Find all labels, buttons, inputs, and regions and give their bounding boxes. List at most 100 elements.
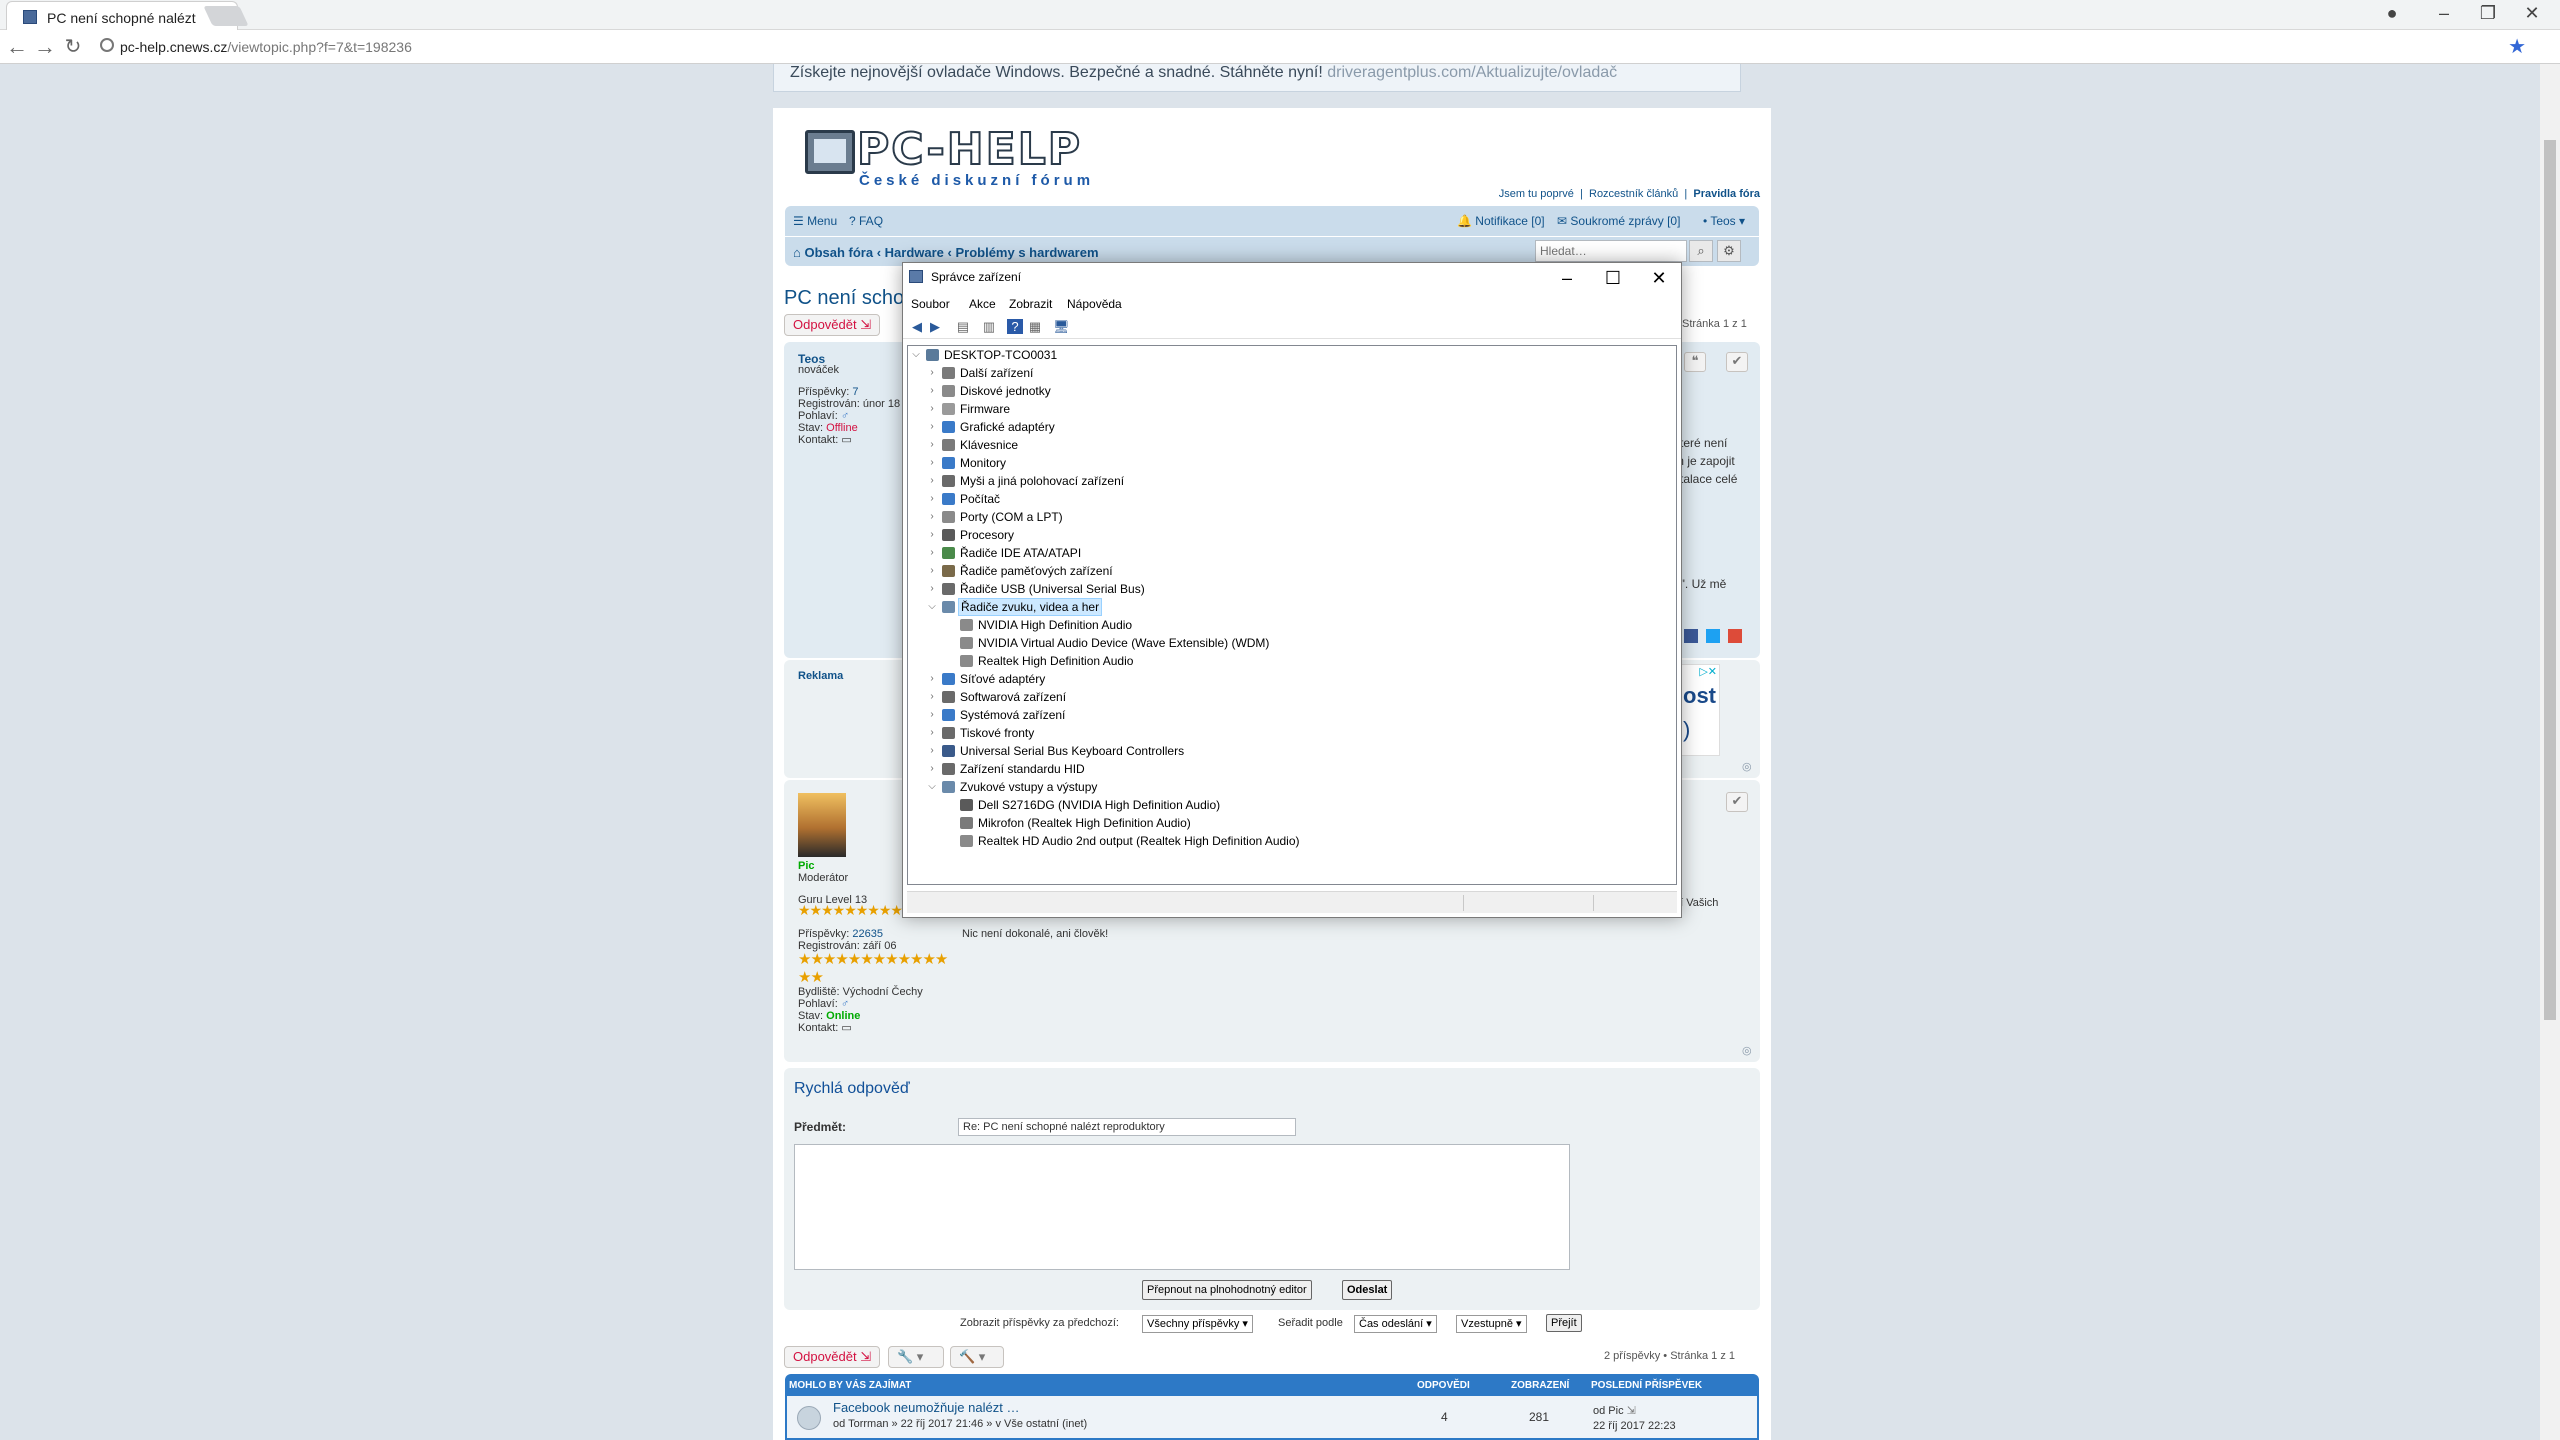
expand-arrow-icon[interactable]: › <box>926 742 938 760</box>
expand-arrow-icon[interactable]: › <box>926 724 938 742</box>
window-title-bar[interactable]: Správce zařízení – ☐ ✕ <box>903 263 1681 293</box>
ad-box[interactable]: ost ) ▷✕ <box>1680 664 1720 756</box>
expand-arrow-icon[interactable]: › <box>926 526 938 544</box>
show-select[interactable]: Všechny příspěvky ▾ <box>1142 1315 1253 1333</box>
link-rules[interactable]: Pravidla fóra <box>1693 188 1760 200</box>
expand-arrow-icon[interactable]: › <box>926 436 938 454</box>
menu-action[interactable]: Akce <box>969 297 996 311</box>
faq-link[interactable]: ? FAQ <box>849 214 883 228</box>
expand-arrow-icon[interactable]: › <box>926 418 938 436</box>
thanks-button[interactable]: ✔ <box>1726 352 1748 372</box>
expand-arrow-icon[interactable]: › <box>926 580 938 598</box>
post-author[interactable]: Pic <box>798 860 815 872</box>
full-editor-button[interactable]: Přepnout na plnohodnotný editor <box>1142 1280 1312 1300</box>
expand-arrow-icon[interactable]: › <box>926 382 938 400</box>
facebook-share-icon[interactable] <box>1684 629 1698 643</box>
ad-link[interactable]: driveragentplus.com/Aktualizujte/ovladač <box>1327 64 1617 81</box>
notifications-link[interactable]: 🔔 Notifikace [0] <box>1457 214 1545 228</box>
back-to-top-icon[interactable]: ◎ <box>1742 1044 1752 1057</box>
collapse-arrow-icon[interactable]: ⌵ <box>910 346 922 364</box>
topic-title-link[interactable]: Facebook neumožňuje nalézt … <box>833 1400 1019 1415</box>
expand-arrow-icon[interactable]: › <box>926 454 938 472</box>
expand-arrow-icon[interactable]: › <box>926 706 938 724</box>
breadcrumb-hardware[interactable]: Hardware <box>885 245 944 260</box>
expand-arrow-icon[interactable]: › <box>926 364 938 382</box>
table-row[interactable]: Facebook neumožňuje nalézt … od Torrman … <box>785 1396 1759 1440</box>
twitter-share-icon[interactable] <box>1706 629 1720 643</box>
back-to-top-icon[interactable]: ◎ <box>1742 760 1752 773</box>
tools-button[interactable]: 🔧 ▾ <box>888 1346 944 1368</box>
expand-arrow-icon[interactable]: › <box>926 400 938 418</box>
view-icon[interactable]: ▦ <box>1027 319 1043 334</box>
expand-arrow-icon[interactable]: › <box>926 760 938 778</box>
page-scrollbar[interactable] <box>2540 64 2560 1440</box>
address-bar[interactable]: pc-help.cnews.cz/viewtopic.php?f=7&t=198… <box>88 34 2528 60</box>
breadcrumb-home[interactable]: Obsah fóra <box>804 245 873 260</box>
goto-last-post-icon[interactable]: ⇲ <box>1627 1405 1636 1417</box>
breadcrumb-forum[interactable]: Problémy s hardwarem <box>955 245 1098 260</box>
reply-button-top[interactable]: Odpovědět ⇲ <box>784 314 881 336</box>
site-logo[interactable]: PC-HELP České diskuzní fórum <box>805 123 1095 189</box>
search-icon[interactable]: ⌕ <box>1689 240 1713 262</box>
search-input[interactable] <box>1536 241 1676 261</box>
back-arrow-icon[interactable]: ◀ <box>909 319 925 334</box>
menu-file[interactable]: Soubor <box>911 297 950 311</box>
thanks-button[interactable]: ✔ <box>1726 792 1748 812</box>
quote-button[interactable]: ❝ <box>1684 352 1706 372</box>
close-icon[interactable]: ✕ <box>1637 265 1681 291</box>
expand-arrow-icon[interactable]: › <box>926 472 938 490</box>
message-textarea[interactable] <box>794 1144 1570 1270</box>
posts-count[interactable]: 22635 <box>852 928 883 940</box>
tree-node-label: Řadiče USB (Universal Serial Bus) <box>960 582 1145 596</box>
user-menu[interactable]: • Teos ▾ <box>1703 214 1745 228</box>
expand-arrow-icon[interactable]: › <box>926 670 938 688</box>
maximize-icon[interactable]: ☐ <box>1591 265 1635 291</box>
expand-arrow-icon[interactable]: › <box>926 544 938 562</box>
link-first-visit[interactable]: Jsem tu poprvé <box>1499 188 1574 200</box>
bookmark-star-icon[interactable]: ★ <box>2508 34 2526 59</box>
show-hide-tree-icon[interactable]: ▤ <box>955 319 971 334</box>
device-icon <box>942 763 955 775</box>
restore-icon[interactable]: ❐ <box>2468 3 2508 24</box>
collapse-arrow-icon[interactable]: ⌵ <box>926 778 938 796</box>
last-post-author[interactable]: od Pic <box>1593 1405 1624 1417</box>
forward-icon[interactable]: → <box>32 34 58 60</box>
profile-icon[interactable]: ● <box>2372 3 2412 24</box>
expand-arrow-icon[interactable]: › <box>926 508 938 526</box>
collapse-arrow-icon[interactable]: ⌵ <box>926 598 938 616</box>
reply-button-bottom[interactable]: Odpovědět ⇲ <box>784 1346 881 1368</box>
subject-input[interactable]: Re: PC není schopné nalézt reproduktory <box>958 1118 1296 1136</box>
order-select[interactable]: Vzestupně ▾ <box>1456 1315 1527 1333</box>
ad-close-icon[interactable]: ▷✕ <box>1699 665 1717 678</box>
advanced-search-gear-icon[interactable]: ⚙ <box>1717 240 1741 262</box>
scan-hardware-icon[interactable]: 🖥 <box>1053 319 1070 334</box>
scrollbar-thumb[interactable] <box>2544 140 2556 1020</box>
contact-icon[interactable]: ▭ <box>841 434 851 446</box>
moderator-tools-button[interactable]: 🔨 ▾ <box>950 1346 1004 1368</box>
posts-count[interactable]: 7 <box>852 386 858 398</box>
forward-arrow-icon[interactable]: ▶ <box>927 319 943 334</box>
browser-tab[interactable]: PC není schopné nalézt r × <box>6 1 238 30</box>
link-articles[interactable]: Rozcestník článků <box>1589 188 1678 200</box>
back-icon[interactable]: ← <box>4 34 30 60</box>
menu-button[interactable]: ☰ Menu <box>793 214 837 228</box>
top-ad-banner[interactable]: Získejte nejnovější ovladače Windows. Be… <box>773 64 1741 92</box>
expand-arrow-icon[interactable]: › <box>926 688 938 706</box>
help-icon[interactable]: ? <box>1007 319 1023 334</box>
send-button[interactable]: Odeslat <box>1342 1280 1393 1300</box>
reload-icon[interactable]: ↻ <box>60 34 86 59</box>
close-window-icon[interactable]: ✕ <box>2512 3 2552 24</box>
minimize-icon[interactable]: – <box>2424 3 2464 24</box>
google-share-icon[interactable] <box>1728 629 1742 643</box>
contact-icon[interactable]: ▭ <box>841 1022 851 1034</box>
menu-view[interactable]: Zobrazit <box>1009 297 1052 311</box>
expand-arrow-icon[interactable]: › <box>926 490 938 508</box>
avatar[interactable] <box>798 793 846 857</box>
sort-select[interactable]: Čas odeslání ▾ <box>1354 1315 1437 1333</box>
menu-help[interactable]: Nápověda <box>1067 297 1122 311</box>
properties-icon[interactable]: ▥ <box>981 319 997 334</box>
go-button[interactable]: Přejít <box>1546 1314 1582 1332</box>
expand-arrow-icon[interactable]: › <box>926 562 938 580</box>
messages-link[interactable]: ✉ Soukromé zprávy [0] <box>1557 214 1680 228</box>
minimize-icon[interactable]: – <box>1545 265 1589 291</box>
